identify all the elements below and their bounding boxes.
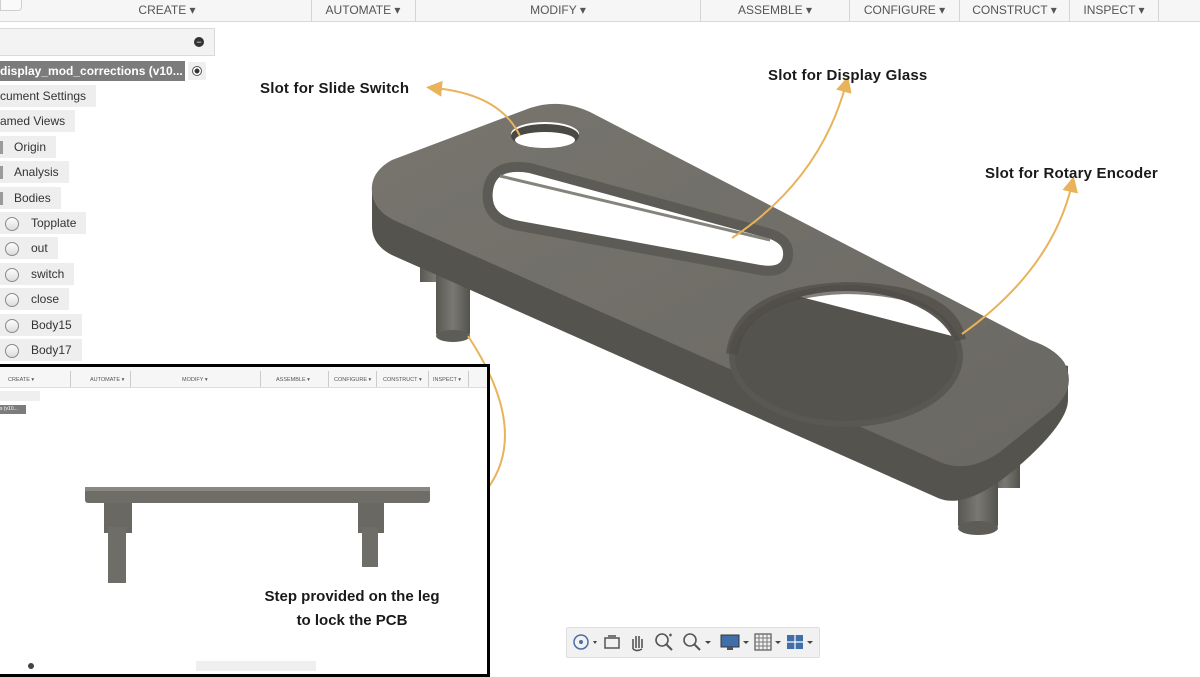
tree-item-document-settings[interactable]: cument Settings	[0, 85, 97, 107]
tree-item-named-views[interactable]: amed Views	[0, 110, 76, 132]
tree-item-origin[interactable]: Origin	[0, 136, 57, 158]
menu-assemble[interactable]: ASSEMBLE ▾	[701, 0, 849, 21]
model-leg-left	[420, 240, 470, 342]
zoom-window-icon[interactable]	[681, 631, 713, 653]
inset-side-view: CREATE ▾ AUTOMATE ▾ MODIFY ▾ ASSEMBLE ▾ …	[0, 364, 490, 677]
tree-item-label: Topplate	[31, 216, 77, 230]
menu-create[interactable]: CREATE ▾	[117, 0, 217, 21]
zoom-icon[interactable]	[653, 631, 675, 653]
body-icon	[5, 292, 19, 307]
tree-item-label: switch	[31, 267, 65, 281]
menu-automate[interactable]: AUTOMATE ▾	[312, 0, 414, 21]
main-toolbar: CREATE ▾ AUTOMATE ▾ MODIFY ▾ ASSEMBLE ▾ …	[0, 0, 1200, 22]
orbit-icon[interactable]	[571, 631, 599, 653]
expand-caret-icon[interactable]	[0, 166, 3, 180]
viewports-icon[interactable]	[785, 631, 817, 653]
callout-slide-switch: Slot for Slide Switch	[260, 80, 410, 97]
look-at-icon[interactable]	[601, 631, 623, 653]
display-glass-arrow	[731, 76, 852, 239]
browser-panel: − display_mod_corrections (v10... cument…	[0, 28, 215, 368]
pan-icon[interactable]	[627, 631, 649, 653]
body-icon	[5, 241, 19, 256]
tree-item-body[interactable]: switch	[0, 263, 75, 285]
tree-item-bodies[interactable]: Bodies	[0, 187, 61, 209]
tree-item-label: Origin	[14, 140, 47, 154]
rotary-encoder-arrow	[961, 176, 1078, 335]
tree-item-label: Body15	[31, 318, 72, 332]
tree-item-label: Bodies	[14, 191, 51, 205]
tree-item-body[interactable]: Body17	[0, 339, 82, 361]
tree-item-body[interactable]: close	[0, 288, 70, 310]
tree-item-analysis[interactable]: Analysis	[0, 161, 69, 183]
expand-caret-icon[interactable]	[0, 141, 3, 155]
slide-switch-slot-through	[515, 132, 575, 148]
tree-item-body[interactable]: out	[0, 237, 58, 259]
browser-header: −	[0, 28, 215, 56]
document-name[interactable]: display_mod_corrections (v10...	[0, 61, 185, 81]
tree-item-label: amed Views	[0, 114, 66, 128]
inset-caption-line1: Step provided on the leg	[264, 588, 440, 605]
toolbar-divider	[1158, 0, 1159, 21]
body-icon	[5, 216, 19, 231]
rotary-encoder-slot	[729, 285, 963, 427]
navigation-bar	[566, 627, 820, 658]
inset-status-dot	[28, 663, 34, 669]
tree-item-label: out	[31, 241, 48, 255]
toolbar-stub[interactable]	[0, 0, 22, 11]
slide-switch-slot	[511, 124, 579, 148]
display-glass-step	[499, 174, 771, 242]
tree-item-label: Body17	[31, 343, 72, 357]
grid-icon[interactable]	[753, 631, 785, 653]
inset-nav-bar	[196, 661, 316, 671]
inset-caption-line2: to lock the PCB	[296, 612, 408, 629]
display-settings-icon[interactable]	[719, 631, 751, 653]
model-leg-right	[958, 448, 1020, 535]
expand-caret-icon[interactable]	[0, 192, 3, 206]
tree-item-label: cument Settings	[0, 89, 87, 103]
display-glass-slot	[482, 162, 794, 276]
callout-rotary-encoder: Slot for Rotary Encoder	[985, 165, 1158, 182]
tree-item-body[interactable]: Topplate	[0, 212, 87, 234]
body-icon	[5, 318, 19, 333]
rotary-encoder-wall	[726, 281, 966, 356]
menu-configure[interactable]: CONFIGURE ▾	[850, 0, 959, 21]
menu-modify[interactable]: MODIFY ▾	[416, 0, 700, 21]
callout-display-glass: Slot for Display Glass	[768, 67, 928, 84]
active-radio-icon[interactable]	[188, 62, 206, 80]
body-icon	[5, 343, 19, 358]
tree-item-label: close	[31, 292, 60, 306]
minus-circle-icon[interactable]: −	[194, 37, 204, 47]
menu-inspect[interactable]: INSPECT ▾	[1070, 0, 1158, 21]
body-icon	[5, 267, 19, 282]
tree-item-label: Analysis	[14, 165, 59, 179]
menu-construct[interactable]: CONSTRUCT ▾	[960, 0, 1069, 21]
slide-switch-arrow	[426, 80, 521, 137]
tree-item-body[interactable]: Body15	[0, 314, 82, 336]
